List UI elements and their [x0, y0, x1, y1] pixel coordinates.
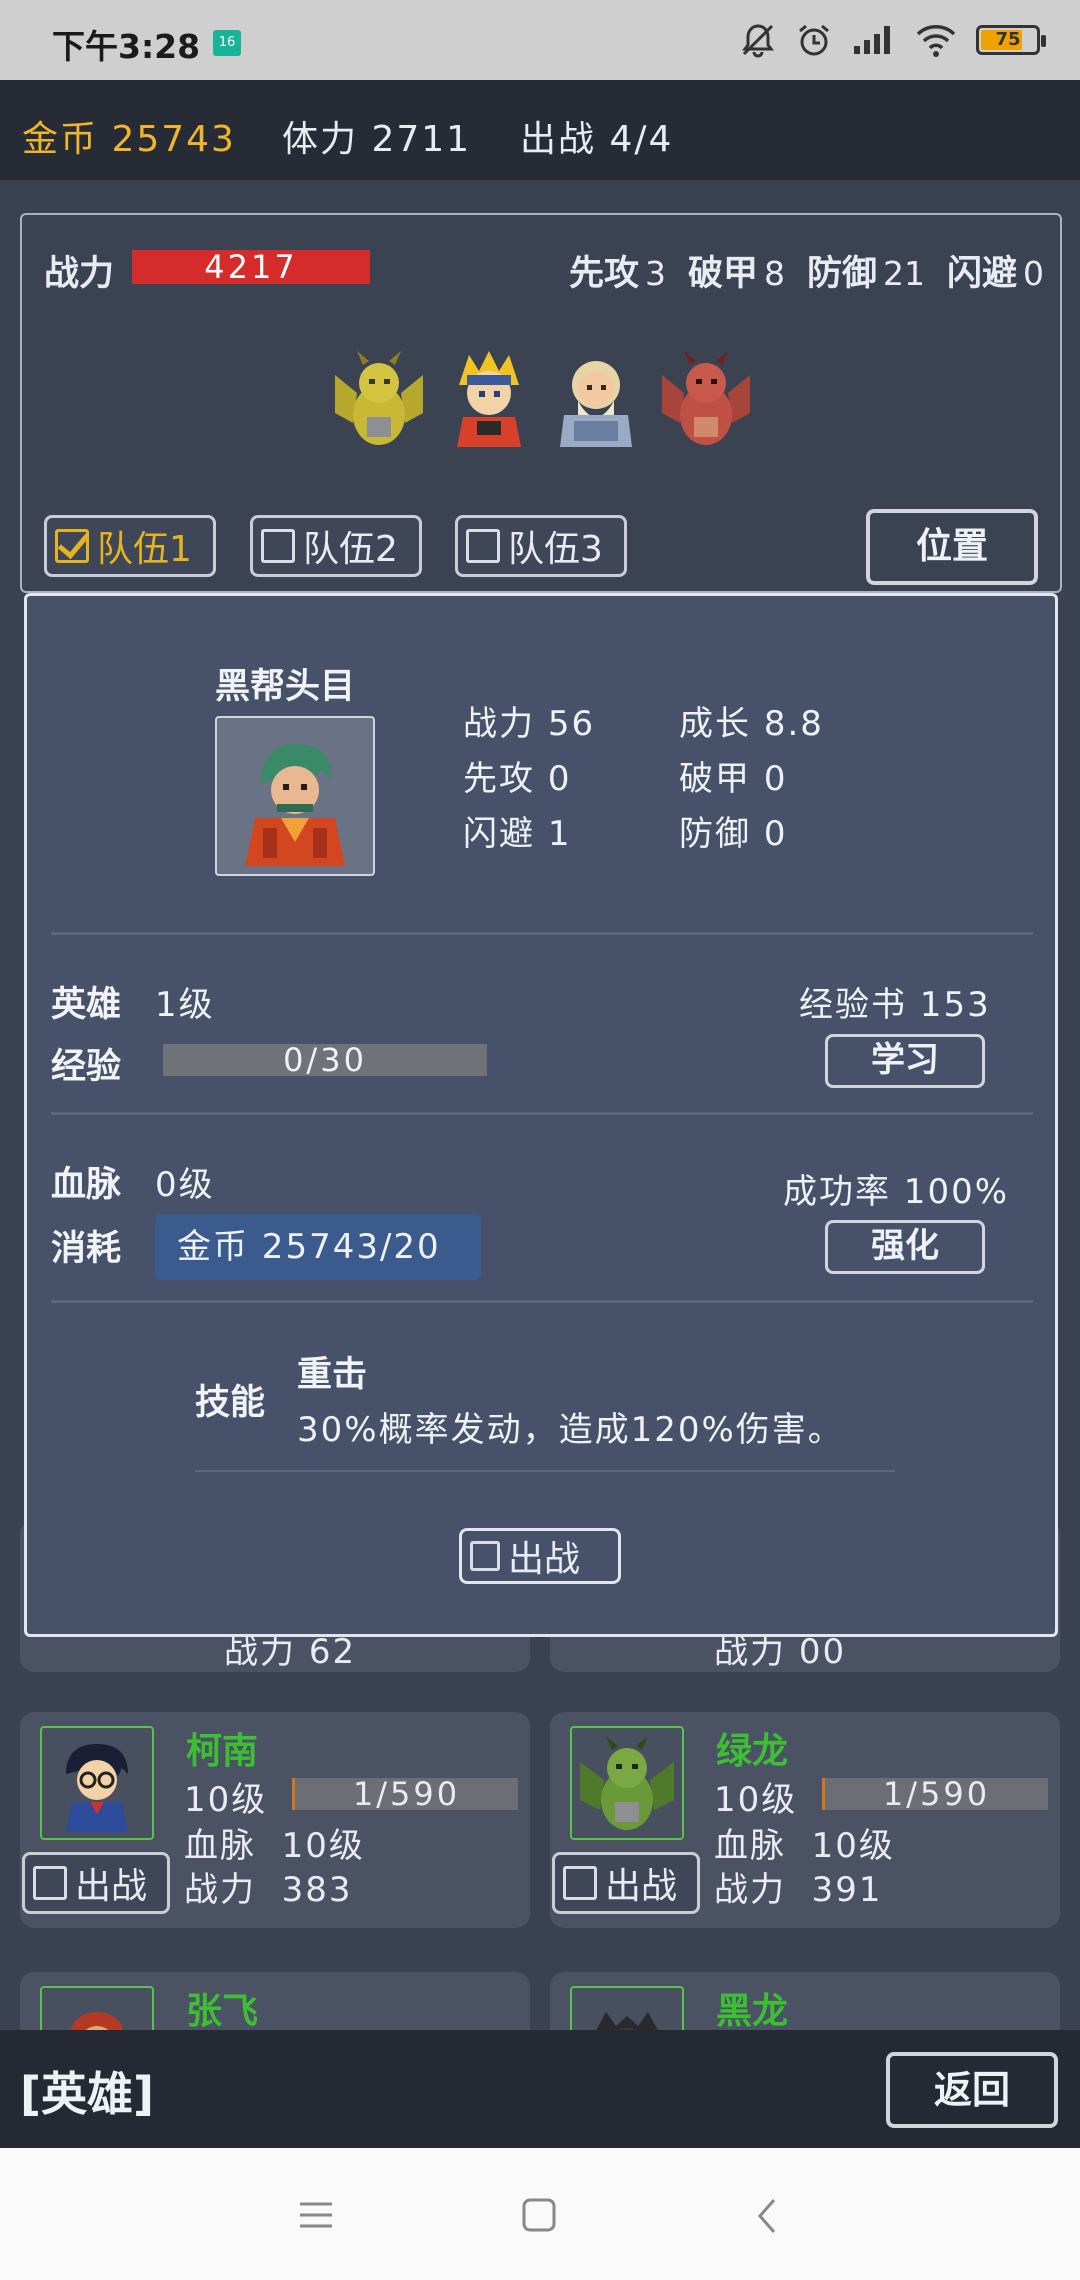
system-nav-bar: [0, 2148, 1080, 2280]
team-stats: 先攻 3 破甲 8 防御 21 闪避 0: [569, 245, 1044, 296]
tab-team-1[interactable]: 队伍1: [44, 515, 216, 577]
enhance-button[interactable]: 强化: [825, 1220, 985, 1274]
hero-portrait: [40, 1726, 154, 1840]
page-title: [英雄]: [20, 2067, 155, 2121]
detail-stat-dodge: 闪避 1: [463, 814, 572, 854]
skill-description: 30%概率发动，造成120%伤害。: [297, 1410, 844, 1450]
skill-label: 技能: [195, 1383, 266, 1423]
cost-label: 消耗: [51, 1229, 122, 1269]
hero-name: 黑龙: [716, 1991, 789, 2032]
detail-stat-initiative: 先攻 0: [463, 759, 572, 799]
team-stat-defense: 防御 21: [806, 254, 925, 294]
detail-stat-power: 战力 56: [463, 704, 596, 744]
divider: [51, 1112, 1033, 1115]
power-value: 62: [308, 1632, 357, 1672]
hero-bloodline: 血脉 10级: [714, 1826, 895, 1866]
detail-stat-defense: 防御 0: [679, 814, 788, 854]
hero-level-value: 1级: [155, 985, 215, 1025]
team-stat-initiative: 先攻 3: [568, 254, 666, 294]
team-panel: 战力 4217 先攻 3 破甲 8 防御 21 闪避 0 队伍1 队伍2 队伍3…: [20, 213, 1062, 593]
power-label: 战力: [714, 1632, 786, 1672]
resource-bar: 金币 25743 体力 2711 出战 4/4: [0, 80, 1080, 180]
hero-deploy-toggle[interactable]: 出战: [552, 1852, 700, 1914]
checkbox-icon: [261, 529, 295, 563]
divider: [195, 1470, 895, 1472]
success-rate: 成功率 100%: [783, 1172, 1010, 1212]
hero-power: 战力 391: [714, 1870, 883, 1910]
hero-name: 张飞: [186, 1991, 259, 2032]
notification-icon: 16: [213, 30, 241, 56]
yellow-dragon-sprite[interactable]: [327, 345, 431, 453]
gold-counter: 金币 25743: [22, 119, 236, 160]
checkbox-icon: [33, 1866, 67, 1900]
hero-xp-bar: 1/590: [822, 1778, 1048, 1810]
detail-hero-name: 黑帮头目: [215, 667, 356, 707]
hero-level-label: 英雄: [51, 985, 122, 1025]
power-label: 战力: [224, 1632, 296, 1672]
checkbox-icon: [55, 529, 89, 563]
hero-deploy-toggle[interactable]: 出战: [22, 1852, 170, 1914]
hero-xp-bar: 1/590: [292, 1778, 518, 1810]
old-sage-sprite[interactable]: [544, 345, 648, 453]
signal-icon: [852, 22, 896, 58]
xp-progress-bar: 0/30: [163, 1044, 487, 1076]
status-bar: 下午3:28 16 75: [0, 0, 1080, 80]
deploy-counter: 出战 4/4: [520, 119, 674, 160]
hero-name: 绿龙: [716, 1731, 789, 1772]
team-power-label: 战力: [44, 254, 115, 294]
checkbox-icon: [563, 1866, 597, 1900]
detail-stat-armor-break: 破甲 0: [679, 759, 788, 799]
red-dragon-sprite[interactable]: [654, 345, 758, 453]
learn-button[interactable]: 学习: [825, 1034, 985, 1088]
team-power-bar: 4217: [132, 250, 370, 284]
ninja-hero-sprite[interactable]: [437, 345, 541, 453]
alarm-icon: [796, 22, 832, 58]
power-value: 00: [798, 1632, 847, 1672]
checkbox-icon: [466, 529, 500, 563]
hero-portrait: [570, 1726, 684, 1840]
hero-card-conan[interactable]: 柯南 10级 1/590 血脉 10级 战力 383 出战: [20, 1712, 530, 1928]
position-button[interactable]: 位置: [866, 509, 1038, 585]
team-stat-armor-break: 破甲 8: [687, 254, 785, 294]
team-stat-dodge: 闪避 0: [946, 254, 1044, 294]
hero-card-green-dragon[interactable]: 绿龙 10级 1/590 血脉 10级 战力 391 出战: [550, 1712, 1060, 1928]
detail-hero-portrait: [215, 716, 375, 876]
hero-power: 战力 383: [184, 1870, 353, 1910]
divider: [51, 932, 1033, 935]
hero-level: 10级: [184, 1780, 268, 1820]
xp-book-count: 经验书 153: [799, 985, 991, 1025]
back-button[interactable]: 返回: [886, 2052, 1058, 2128]
hero-level: 10级: [714, 1780, 798, 1820]
divider: [51, 1300, 1033, 1303]
wifi-icon: [916, 22, 956, 58]
bloodline-level: 0级: [155, 1165, 215, 1205]
stamina-counter: 体力 2711: [282, 119, 472, 160]
mute-bell-icon: [740, 22, 776, 58]
skill-name: 重击: [297, 1355, 368, 1395]
hero-name: 柯南: [186, 1731, 259, 1772]
bloodline-label: 血脉: [51, 1165, 122, 1205]
back-nav-icon[interactable]: [752, 2196, 782, 2236]
checkbox-icon: [470, 1541, 500, 1571]
tab-team-3[interactable]: 队伍3: [455, 515, 627, 577]
home-icon[interactable]: [520, 2196, 558, 2234]
xp-label: 经验: [51, 1047, 122, 1087]
hero-detail-dialog: 黑帮头目 战力 56 成长 8.8 先攻 0 破甲 0 闪避 1 防御 0 英雄…: [24, 593, 1058, 1637]
hero-bloodline: 血脉 10级: [184, 1826, 365, 1866]
detail-stat-growth: 成长 8.8: [679, 704, 824, 744]
clock: 下午3:28: [52, 27, 201, 66]
deploy-toggle[interactable]: 出战: [459, 1528, 621, 1584]
tab-team-2[interactable]: 队伍2: [250, 515, 422, 577]
battery-icon: 75: [976, 25, 1046, 55]
bottom-bar: [英雄] 返回: [0, 2030, 1080, 2148]
cost-value: 金币 25743/20: [155, 1214, 481, 1280]
menu-icon[interactable]: [296, 2198, 336, 2232]
